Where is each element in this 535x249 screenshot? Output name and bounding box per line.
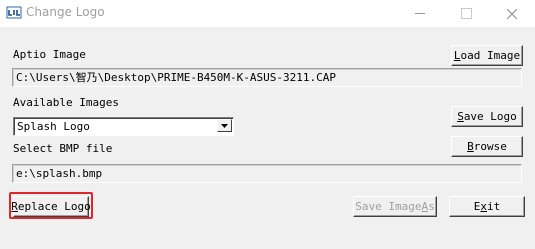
maximize-icon [460,8,472,19]
available-images-select[interactable]: Splash Logo [13,117,234,136]
close-icon [507,8,517,19]
browse-rest: rowse [473,140,507,153]
save-image-as-accel: A [421,200,429,213]
minimize-icon [415,13,425,14]
load-image-accel: L [453,49,461,62]
available-images-value: Splash Logo [17,120,90,133]
load-image-button[interactable]: Load Image [451,45,523,66]
load-image-rest: oad Image [460,49,521,62]
save-logo-button[interactable]: Save Logo [451,106,523,127]
window-title: Change Logo [26,5,105,19]
browse-accel: B [467,140,474,153]
exit-rest: it [487,200,501,213]
exit-button[interactable]: Ex it [449,196,525,217]
select-bmp-label: Select BMP file [13,142,113,155]
save-logo-accel: S [457,110,464,123]
save-image-as-button[interactable]: Save Image As [353,196,437,217]
save-image-as-prefix: Save Image [355,200,422,213]
bmp-path-field: e:\splash.bmp [12,164,522,183]
save-image-as-rest: s [428,200,435,213]
dropdown-button[interactable] [217,119,232,132]
aptio-path-field: C:\Users\智乃\Desktop\PRIME-B450M-K-ASUS-3… [12,68,522,87]
exit-prefix: E [473,200,481,213]
app-logo-icon [6,6,22,19]
available-images-label: Available Images [13,96,119,109]
save-logo-rest: ave Logo [463,110,517,123]
minimize-button[interactable] [397,0,443,27]
browse-button[interactable]: Browse [451,136,523,157]
close-button[interactable] [489,0,535,27]
replace-logo-highlight [9,192,93,219]
chevron-down-icon [221,123,228,128]
maximize-button[interactable] [443,0,489,27]
exit-accel: x [480,200,487,213]
title-bar[interactable]: Change Logo [0,0,535,27]
aptio-image-label: Aptio Image [13,48,86,61]
